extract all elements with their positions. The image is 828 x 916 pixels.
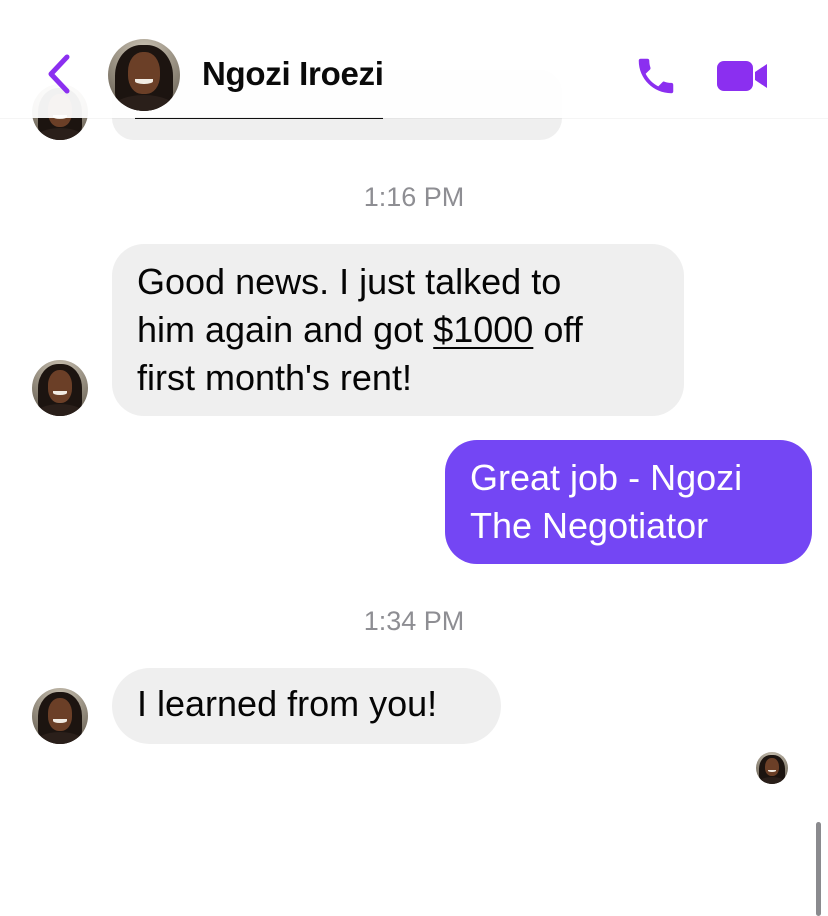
outgoing-message-bubble[interactable]: Great job - Ngozi The Negotiator (445, 440, 812, 564)
video-call-button[interactable] (714, 56, 770, 96)
read-receipt-avatar (756, 752, 788, 784)
message-text: him again and got (137, 309, 434, 350)
message-timestamp: 1:34 PM (363, 606, 465, 636)
message-timestamp: 1:16 PM (363, 182, 465, 212)
video-camera-icon (717, 61, 767, 91)
chevron-left-icon (48, 54, 70, 94)
contact-avatar[interactable] (108, 39, 180, 111)
incoming-message-bubble[interactable]: Good news. I just talked to him again an… (112, 244, 684, 416)
message-text-line: Good news. I just talked to (137, 261, 562, 302)
message-text-line: Great job - Ngozi (470, 457, 743, 498)
message-text-line: I learned from you! (137, 683, 438, 724)
scrollbar[interactable] (816, 822, 821, 916)
contact-name[interactable]: Ngozi Iroezi (202, 55, 384, 93)
conversation-header: Ngozi Iroezi (0, 0, 828, 118)
chat-screen: 1:16 PM Good news. I just talked to him … (0, 0, 828, 916)
incoming-message-bubble[interactable]: I learned from you! (112, 668, 501, 744)
message-text: off (533, 309, 583, 350)
sender-avatar[interactable] (32, 360, 88, 416)
message-text-line: him again and got $1000 off (137, 306, 660, 354)
message-text-line: The Negotiator (470, 505, 709, 546)
message-text-line: first month's rent! (137, 357, 412, 398)
audio-call-button[interactable] (632, 52, 680, 100)
phone-icon (638, 58, 674, 94)
back-button[interactable] (38, 50, 78, 98)
underlined-amount: $1000 (433, 309, 534, 350)
sender-avatar[interactable] (32, 688, 88, 744)
